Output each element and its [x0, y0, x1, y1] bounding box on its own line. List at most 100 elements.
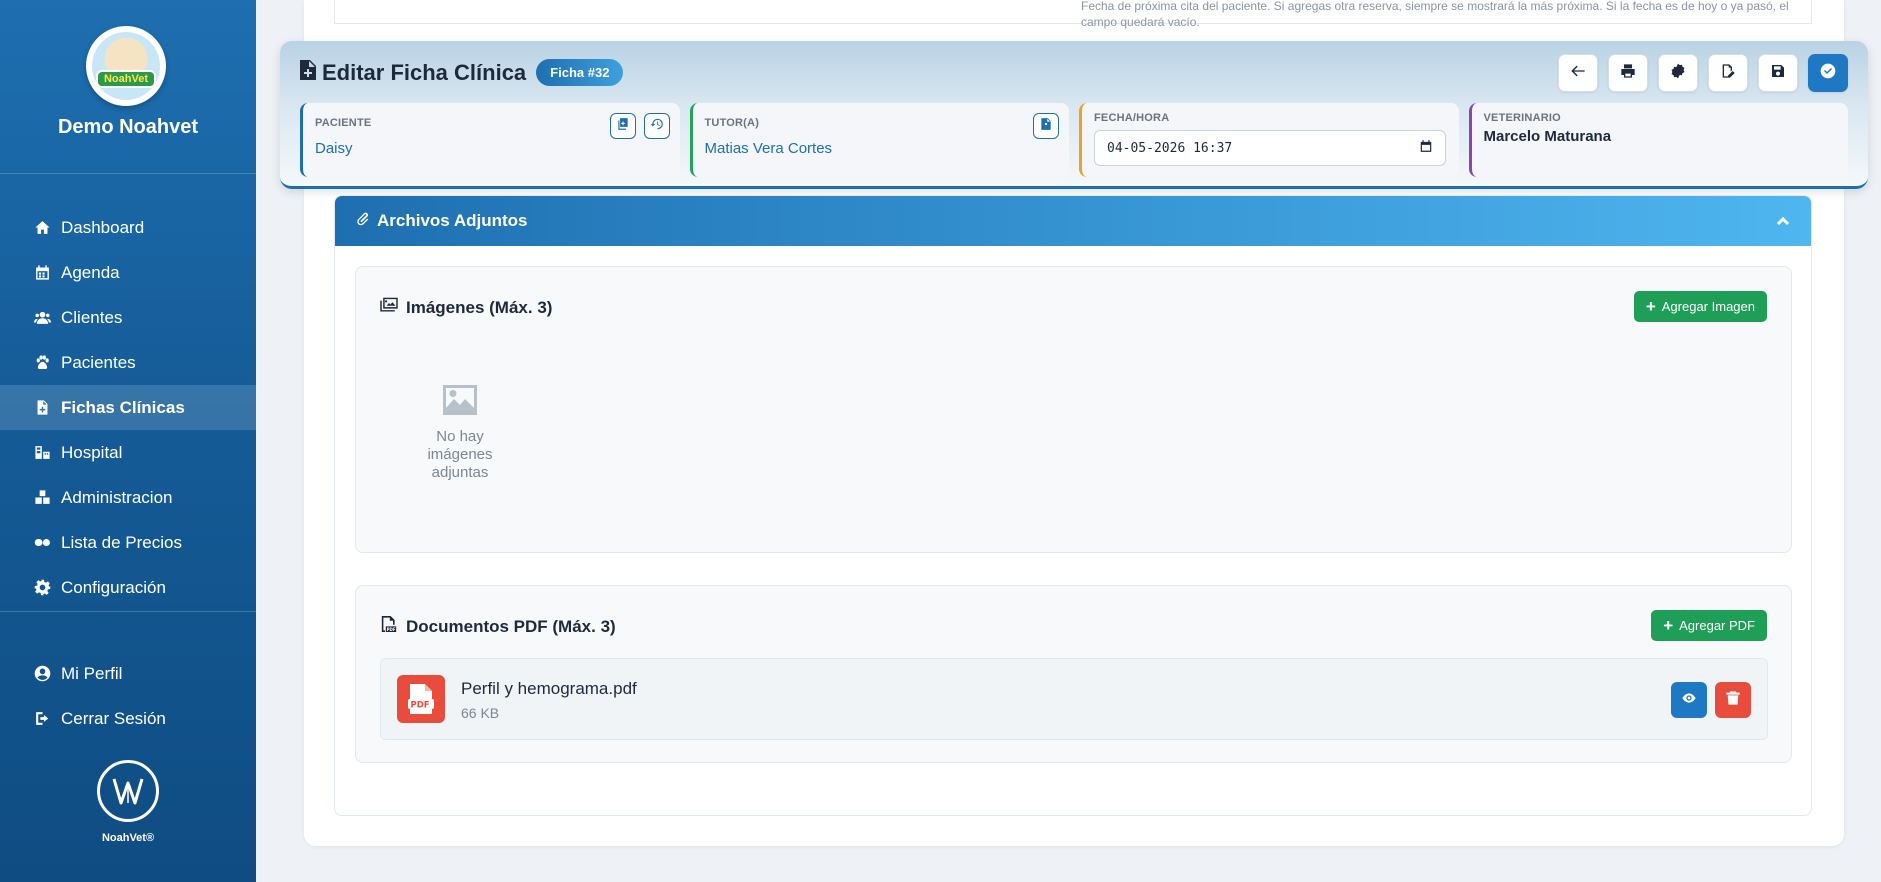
view-pdf-button[interactable] [1671, 682, 1707, 718]
sidebar-item-label: Agenda [61, 262, 120, 282]
sidebar-item-label: Clientes [61, 307, 123, 327]
trash-icon [1725, 690, 1741, 711]
brand-footer-text: NoahVet® [101, 832, 155, 844]
file-pdf-icon: PDF [380, 616, 406, 637]
datetime-value: 04-05-2026 16:37 [1107, 140, 1233, 156]
clinic-name: Demo Noahvet [57, 116, 199, 138]
save-button[interactable] [1758, 54, 1798, 92]
paperclip-icon [355, 211, 377, 232]
sidebar-item-clientes[interactable]: Clientes [0, 295, 256, 340]
signature-icon [1720, 63, 1736, 84]
datetime-input[interactable]: 04-05-2026 16:37 [1094, 130, 1446, 166]
sidebar-item-label: Mi Perfil [61, 663, 123, 683]
veterinarian-card: VETERINARIO Marcelo Maturana [1468, 103, 1848, 177]
sidebar-item-label: Dashboard [61, 217, 145, 237]
sidebar-item-cerrar-sesion[interactable]: Cerrar Sesión [0, 696, 256, 741]
add-pdf-label: Agregar PDF [1679, 618, 1755, 633]
sidebar-item-pacientes[interactable]: Pacientes [0, 340, 256, 385]
signature-button[interactable] [1708, 54, 1748, 92]
images-title: Imágenes (Máx. 3) [380, 297, 552, 318]
noahvet-logo-icon [97, 760, 159, 822]
copy-medical-icon [616, 117, 630, 136]
clinic-logo: NoahVet [86, 26, 166, 106]
pdf-panel: PDF Documentos PDF (Máx. 3) + Agregar PD… [355, 585, 1792, 763]
sidebar-item-hospital[interactable]: Hospital [0, 430, 256, 475]
sidebar-item-agenda[interactable]: Agenda [0, 250, 256, 295]
patient-records-button[interactable] [609, 113, 636, 139]
patient-card-actions [609, 113, 670, 139]
tutor-contact-button[interactable] [1033, 113, 1059, 139]
pdf-file-actions [1671, 682, 1751, 718]
calendar-icon[interactable] [1419, 139, 1433, 157]
contact-file-icon [1039, 117, 1053, 136]
sidebar-bottom-nav: Mi Perfil Cerrar Sesión [0, 651, 256, 741]
add-pdf-button[interactable]: + Agregar PDF [1651, 610, 1767, 641]
images-empty-text: No hay imágenes adjuntas [427, 428, 493, 481]
sidebar-item-configuracion[interactable]: Configuración [0, 565, 256, 610]
sidebar-item-lista-de-precios[interactable]: Lista de Precios [0, 520, 256, 565]
sidebar: NoahVet Demo Noahvet Dashboard Agenda Cl… [0, 0, 256, 882]
pdf-title: PDF Documentos PDF (Máx. 3) [380, 616, 616, 637]
history-icon [650, 117, 664, 136]
image-placeholder-icon [443, 385, 477, 427]
user-circle-icon [33, 665, 51, 683]
certificate-button[interactable] [1658, 54, 1698, 92]
print-button[interactable] [1608, 54, 1648, 92]
paw-icon [33, 354, 51, 372]
sidebar-item-mi-perfil[interactable]: Mi Perfil [0, 651, 256, 696]
header-info-cards: PACIENTE Daisy TUTOR(A) Matias Vera Cort… [300, 103, 1848, 177]
sidebar-item-label: Cerrar Sesión [61, 708, 166, 728]
sidebar-item-label: Pacientes [61, 352, 136, 372]
gear-icon [33, 579, 51, 597]
hospital-icon [33, 444, 51, 462]
pdf-title-text: Documentos PDF (Máx. 3) [406, 616, 616, 636]
images-icon [380, 297, 406, 318]
images-panel: Imágenes (Máx. 3) + Agregar Imagen No ha… [355, 266, 1792, 553]
attachments-header[interactable]: Archivos Adjuntos [335, 196, 1811, 246]
file-medical-icon [33, 399, 51, 417]
sidebar-item-label: Configuración [61, 577, 166, 597]
save-icon [1770, 63, 1786, 84]
pdf-file-size: 66 KB [461, 705, 500, 721]
sidebar-nav: Dashboard Agenda Clientes Pacientes Fich… [0, 205, 256, 610]
veterinarian-name: Marcelo Maturana [1483, 128, 1612, 145]
svg-text:PDF: PDF [387, 627, 396, 632]
next-appointment-help-text: Fecha de próxima cita del paciente. Si a… [1081, 0, 1789, 29]
patient-history-button[interactable] [643, 113, 670, 139]
datetime-card: FECHA/HORA 04-05-2026 16:37 [1079, 103, 1459, 177]
page-title: Editar Ficha Clínica Ficha #32 [300, 59, 624, 86]
file-medical-icon [300, 59, 322, 86]
add-image-button[interactable]: + Agregar Imagen [1633, 291, 1767, 322]
boxes-icon [33, 489, 51, 507]
brand-footer: NoahVet® [0, 760, 256, 844]
tutor-label: TUTOR(A) [704, 117, 760, 129]
sidebar-item-administracion[interactable]: Administracion [0, 475, 256, 520]
attachments-section: Archivos Adjuntos Imágenes (Máx. 3) + Ag… [334, 195, 1812, 816]
add-image-label: Agregar Imagen [1661, 299, 1755, 314]
pdf-file-row: PDF Perfil y hemograma.pdf 66 KB [380, 658, 1768, 740]
logout-icon [33, 710, 51, 728]
sidebar-item-label: Hospital [61, 442, 123, 462]
tutor-card-actions [1033, 113, 1059, 139]
svg-text:PDF: PDF [411, 701, 430, 711]
sidebar-item-fichas-clinicas[interactable]: Fichas Clínicas [0, 385, 256, 430]
back-icon [1570, 63, 1586, 84]
pdf-file-name: Perfil y hemograma.pdf [461, 679, 637, 698]
images-empty-state: No hay imágenes adjuntas [412, 385, 508, 482]
delete-pdf-button[interactable] [1715, 682, 1751, 718]
patient-name-link[interactable]: Daisy [315, 140, 668, 157]
sidebar-item-dashboard[interactable]: Dashboard [0, 205, 256, 250]
chevron-up-icon[interactable] [1775, 213, 1791, 234]
datetime-label: FECHA/HORA [1094, 112, 1170, 124]
sidebar-divider [0, 611, 256, 612]
tutor-name-link[interactable]: Matias Vera Cortes [705, 140, 1058, 157]
back-button[interactable] [1558, 54, 1598, 92]
finalize-button[interactable] [1808, 54, 1848, 92]
calendar-icon [33, 264, 51, 282]
sidebar-item-label: Fichas Clínicas [61, 397, 185, 417]
ficha-number-badge: Ficha #32 [536, 59, 624, 86]
check-icon [1820, 63, 1836, 84]
certificate-icon [1670, 63, 1686, 84]
page-title-text: Editar Ficha Clínica [322, 59, 527, 85]
logo-text: NoahVet [95, 70, 156, 88]
